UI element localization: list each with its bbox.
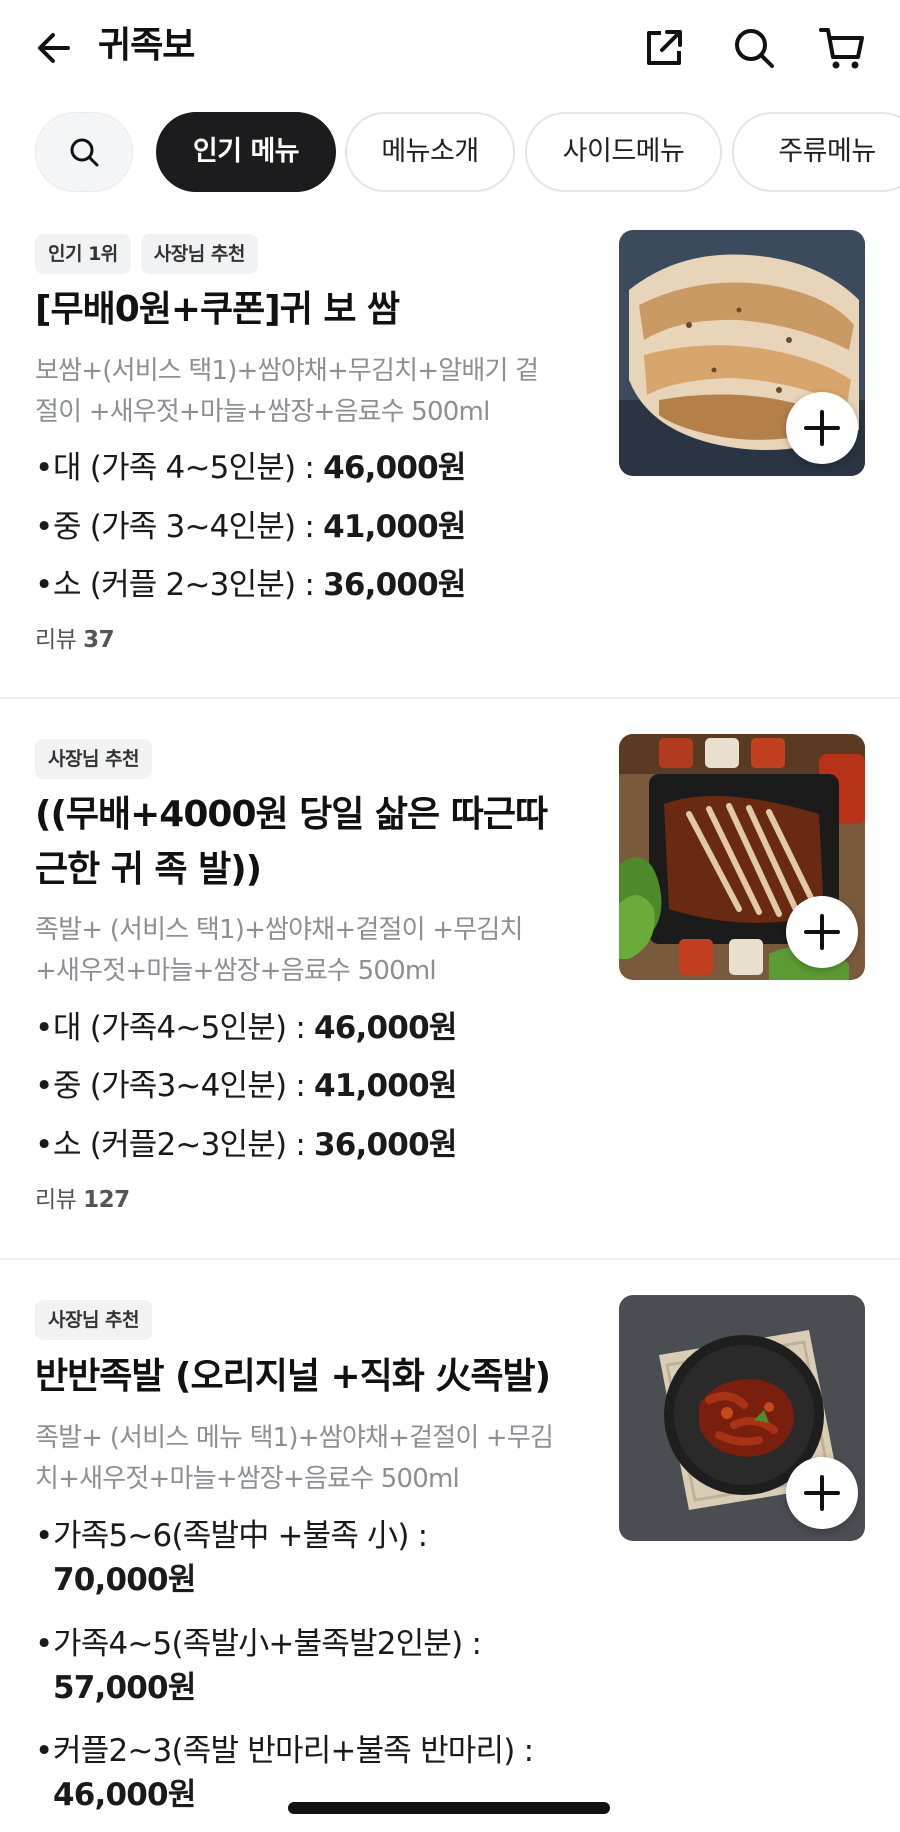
badge-group: 사장님 추천 bbox=[35, 739, 153, 779]
price-option: •중 (가족3~4인분) : 41,000원 bbox=[35, 1068, 457, 1104]
menu-item-name: [무배0원+쿠폰]귀 보 쌈 bbox=[35, 289, 400, 330]
tab-drinks-menu[interactable]: 주류메뉴 bbox=[732, 112, 900, 192]
share-button[interactable] bbox=[638, 22, 690, 74]
price-amount: 41,000원 bbox=[314, 1068, 457, 1104]
badge-group: 인기 1위 사장님 추천 bbox=[35, 234, 258, 274]
menu-item-description: 족발+ (서비스 택1)+쌈야채+겉절이 +무김치 +새우젓+마늘+쌈장+음료수… bbox=[35, 910, 595, 992]
price-option: •중 (가족 3~4인분) : 41,000원 bbox=[35, 509, 466, 545]
price-option-label: 소 (커플 2~3인분) : bbox=[53, 567, 324, 603]
price-option: •소 (커플 2~3인분) : 36,000원 bbox=[35, 567, 466, 603]
description-line: 절이 +새우젓+마늘+쌈장+음료수 500ml bbox=[35, 397, 490, 427]
review-count: 리뷰 37 bbox=[35, 624, 115, 656]
plus-icon bbox=[804, 1475, 840, 1511]
add-to-cart-button[interactable] bbox=[786, 896, 858, 968]
price-option-label: 중 (가족3~4인분) : bbox=[53, 1068, 315, 1104]
description-line: 보쌈+(서비스 택1)+쌈야채+무김치+알배기 겉 bbox=[35, 356, 539, 386]
tab-side-menu[interactable]: 사이드메뉴 bbox=[525, 112, 722, 192]
menu-item-name: ((무배+4000원 당일 삶은 따근따 근한 귀 족 발)) bbox=[35, 787, 595, 897]
name-line: 근한 귀 족 발)) bbox=[35, 849, 262, 890]
search-icon bbox=[735, 29, 774, 68]
price-option-label: 커플2~3(족발 반마리+불족 반마리) : bbox=[53, 1733, 534, 1769]
top-app-bar: 귀족보 bbox=[0, 0, 900, 96]
review-number: 127 bbox=[83, 1187, 130, 1213]
description-line: +새우젓+마늘+쌈장+음료수 500ml bbox=[35, 956, 437, 986]
price-option-label: 중 (가족 3~4인분) : bbox=[53, 509, 324, 545]
back-arrow-icon bbox=[38, 33, 70, 63]
cart-icon bbox=[819, 28, 864, 69]
review-count: 리뷰 127 bbox=[35, 1184, 130, 1216]
search-icon bbox=[70, 138, 99, 167]
price-option-label: 대 (가족4~5인분) : bbox=[53, 1010, 315, 1046]
back-button[interactable] bbox=[30, 24, 78, 72]
price-option: •대 (가족4~5인분) : 46,000원 bbox=[35, 1010, 457, 1046]
price-amount: 70,000원 bbox=[53, 1562, 196, 1598]
section-divider bbox=[0, 1258, 900, 1260]
plus-icon bbox=[804, 410, 840, 446]
price-option: •가족5~6(족발中 +불족 小) : 70,000원 bbox=[35, 1514, 595, 1602]
price-amount: 46,000원 bbox=[323, 450, 466, 486]
price-amount: 41,000원 bbox=[323, 509, 466, 545]
category-tabs: 인기 메뉴 메뉴소개 사이드메뉴 주류메뉴 bbox=[0, 112, 900, 192]
price-amount: 46,000원 bbox=[314, 1010, 457, 1046]
tab-popular-menu[interactable]: 인기 메뉴 bbox=[156, 112, 336, 192]
menu-item-name: 반반족발 (오리지널 +직화 火족발) bbox=[35, 1356, 551, 1397]
popular-rank-badge: 인기 1위 bbox=[35, 234, 131, 274]
owner-pick-badge: 사장님 추천 bbox=[140, 234, 258, 274]
tab-menu-intro[interactable]: 메뉴소개 bbox=[345, 112, 515, 192]
menu-item-description: 보쌈+(서비스 택1)+쌈야채+무김치+알배기 겉 절이 +새우젓+마늘+쌈장+… bbox=[35, 351, 595, 433]
owner-pick-badge: 사장님 추천 bbox=[35, 739, 153, 779]
price-amount: 36,000원 bbox=[323, 567, 466, 603]
price-amount: 57,000원 bbox=[53, 1670, 196, 1706]
price-option-label: 가족5~6(족발中 +불족 小) : bbox=[53, 1518, 428, 1554]
review-label: 리뷰 bbox=[35, 1187, 77, 1213]
search-button[interactable] bbox=[728, 22, 780, 74]
owner-pick-badge: 사장님 추천 bbox=[35, 1300, 153, 1340]
share-icon bbox=[647, 30, 682, 65]
price-option-label: 가족4~5(족발小+불족발2인분) : bbox=[53, 1626, 482, 1662]
add-to-cart-button[interactable] bbox=[786, 392, 858, 464]
description-line: 족발+ (서비스 택1)+쌈야채+겉절이 +무김치 bbox=[35, 915, 523, 945]
price-option: •대 (가족 4~5인분) : 46,000원 bbox=[35, 450, 466, 486]
add-to-cart-button[interactable] bbox=[786, 1457, 858, 1529]
name-line: ((무배+4000원 당일 삶은 따근따 bbox=[35, 794, 548, 835]
description-line: 치+새우젓+마늘+쌈장+음료수 500ml bbox=[35, 1464, 460, 1494]
price-option-label: 소 (커플2~3인분) : bbox=[53, 1127, 315, 1163]
review-label: 리뷰 bbox=[35, 627, 77, 653]
review-number: 37 bbox=[83, 627, 115, 653]
section-divider bbox=[0, 697, 900, 699]
price-option: •가족4~5(족발小+불족발2인분) : 57,000원 bbox=[35, 1622, 595, 1710]
menu-item-description: 족발+ (서비스 메뉴 택1)+쌈야채+겉절이 +무김 치+새우젓+마늘+쌈장+… bbox=[35, 1418, 595, 1500]
badge-group: 사장님 추천 bbox=[35, 1300, 153, 1340]
page-title: 귀족보 bbox=[98, 25, 195, 66]
price-option-label: 대 (가족 4~5인분) : bbox=[53, 450, 324, 486]
cart-button[interactable] bbox=[816, 22, 868, 74]
plus-icon bbox=[804, 914, 840, 950]
description-line: 족발+ (서비스 메뉴 택1)+쌈야채+겉절이 +무김 bbox=[35, 1423, 554, 1453]
price-option: •소 (커플2~3인분) : 36,000원 bbox=[35, 1127, 457, 1163]
price-amount: 36,000원 bbox=[314, 1127, 457, 1163]
tab-search-button[interactable] bbox=[35, 112, 133, 192]
home-indicator[interactable] bbox=[288, 1802, 610, 1814]
